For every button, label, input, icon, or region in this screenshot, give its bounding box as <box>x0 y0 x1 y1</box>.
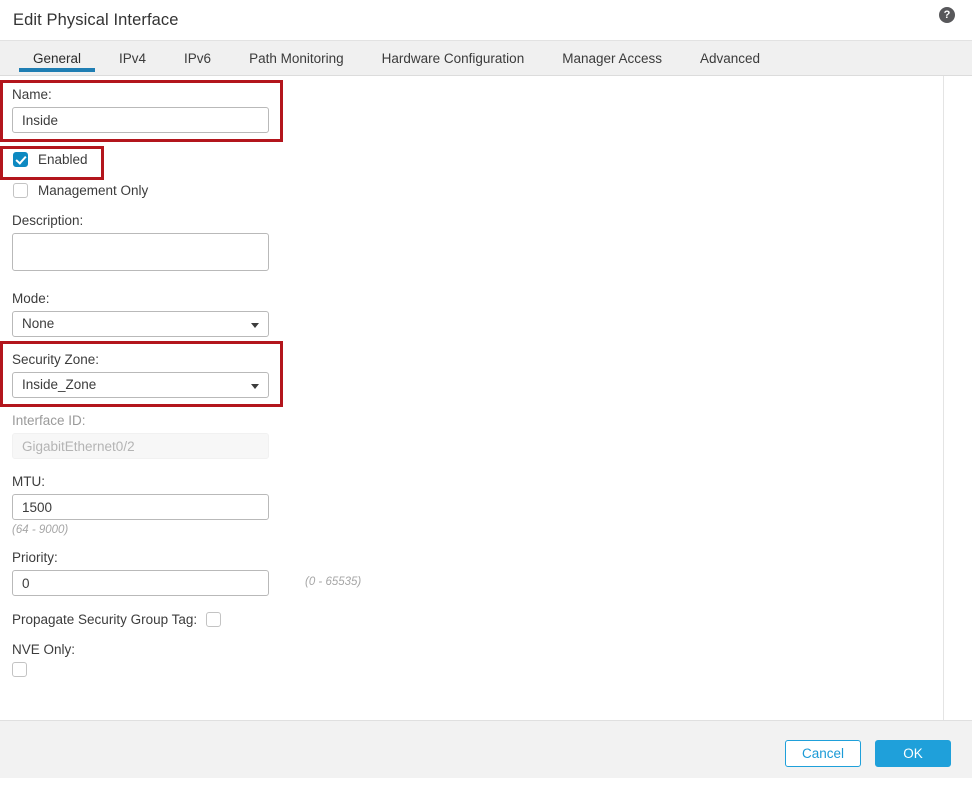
mode-selected-value: None <box>22 316 55 331</box>
help-circle-icon[interactable]: ? <box>939 7 955 23</box>
name-input[interactable] <box>12 107 269 133</box>
cancel-button[interactable]: Cancel <box>785 740 861 767</box>
name-field-group: Name: <box>12 86 269 133</box>
page-title: Edit Physical Interface <box>13 10 179 29</box>
mtu-input[interactable] <box>12 494 269 520</box>
general-tab-pane: Name: Enabled Management Only Descriptio… <box>0 76 944 720</box>
tab-hardware-configuration-label: Hardware Configuration <box>381 50 525 66</box>
tab-ipv4[interactable]: IPv4 <box>100 41 165 75</box>
tab-ipv6-label: IPv6 <box>184 50 212 66</box>
management-only-checkbox-row[interactable]: Management Only <box>13 183 148 198</box>
security-zone-dropdown[interactable]: Inside_Zone <box>12 372 269 398</box>
management-only-checkbox[interactable] <box>13 183 28 198</box>
management-only-label: Management Only <box>38 183 149 198</box>
mode-dropdown[interactable]: None <box>12 311 269 337</box>
propagate-sgt-row[interactable]: Propagate Security Group Tag: <box>12 612 222 627</box>
description-input[interactable] <box>12 233 269 271</box>
priority-field-group: Priority: <box>12 549 269 596</box>
edit-physical-interface-dialog: Edit Physical Interface ? General IPv4 I… <box>0 0 972 786</box>
tab-manager-access-label: Manager Access <box>562 50 663 66</box>
mode-field-group: Mode: None <box>12 290 269 337</box>
nve-only-label: NVE Only: <box>12 642 76 657</box>
tab-hardware-configuration[interactable]: Hardware Configuration <box>363 41 544 75</box>
dialog-body: Name: Enabled Management Only Descriptio… <box>0 76 972 720</box>
security-zone-label: Security Zone: <box>12 352 100 367</box>
mode-label: Mode: <box>12 291 50 306</box>
chevron-down-icon <box>251 323 259 328</box>
security-zone-selected-value: Inside_Zone <box>22 377 97 392</box>
ok-button[interactable]: OK <box>875 740 951 767</box>
dialog-header: Edit Physical Interface ? <box>0 0 972 40</box>
description-field-group: Description: <box>12 212 269 271</box>
enabled-label: Enabled <box>38 152 88 167</box>
description-label: Description: <box>12 213 84 228</box>
interface-id-field-group: Interface ID: <box>12 412 269 459</box>
interface-id-label: Interface ID: <box>12 413 86 428</box>
tab-ipv6[interactable]: IPv6 <box>165 41 230 75</box>
tab-advanced-label: Advanced <box>700 50 761 66</box>
footer-bottom-strip <box>0 778 972 786</box>
chevron-down-icon <box>251 384 259 389</box>
name-label: Name: <box>12 87 52 102</box>
nve-only-group: NVE Only: <box>12 641 75 677</box>
priority-range-hint: (0 - 65535) <box>305 576 362 588</box>
tab-advanced[interactable]: Advanced <box>681 41 779 75</box>
propagate-sgt-checkbox[interactable] <box>206 612 222 627</box>
tab-general-label: General <box>33 50 82 66</box>
tab-path-monitoring[interactable]: Path Monitoring <box>230 41 363 75</box>
security-zone-field-group: Security Zone: Inside_Zone <box>12 351 269 398</box>
tab-ipv4-label: IPv4 <box>119 50 147 66</box>
tab-general[interactable]: General <box>14 41 100 75</box>
tab-manager-access[interactable]: Manager Access <box>543 41 681 75</box>
mtu-field-group: MTU: (64 - 9000) <box>12 473 269 536</box>
interface-id-input <box>12 433 269 459</box>
mtu-label: MTU: <box>12 474 45 489</box>
enabled-checkbox[interactable] <box>13 152 28 167</box>
tab-path-monitoring-label: Path Monitoring <box>249 50 344 66</box>
propagate-sgt-label: Propagate Security Group Tag: <box>12 612 198 627</box>
priority-input[interactable] <box>12 570 269 596</box>
tab-bar: General IPv4 IPv6 Path Monitoring Hardwa… <box>0 40 972 76</box>
priority-label: Priority: <box>12 550 58 565</box>
mtu-range-hint: (64 - 9000) <box>12 524 69 536</box>
dialog-footer: Cancel OK <box>0 720 972 786</box>
enabled-checkbox-row[interactable]: Enabled <box>13 152 88 167</box>
nve-only-checkbox[interactable] <box>12 662 27 677</box>
